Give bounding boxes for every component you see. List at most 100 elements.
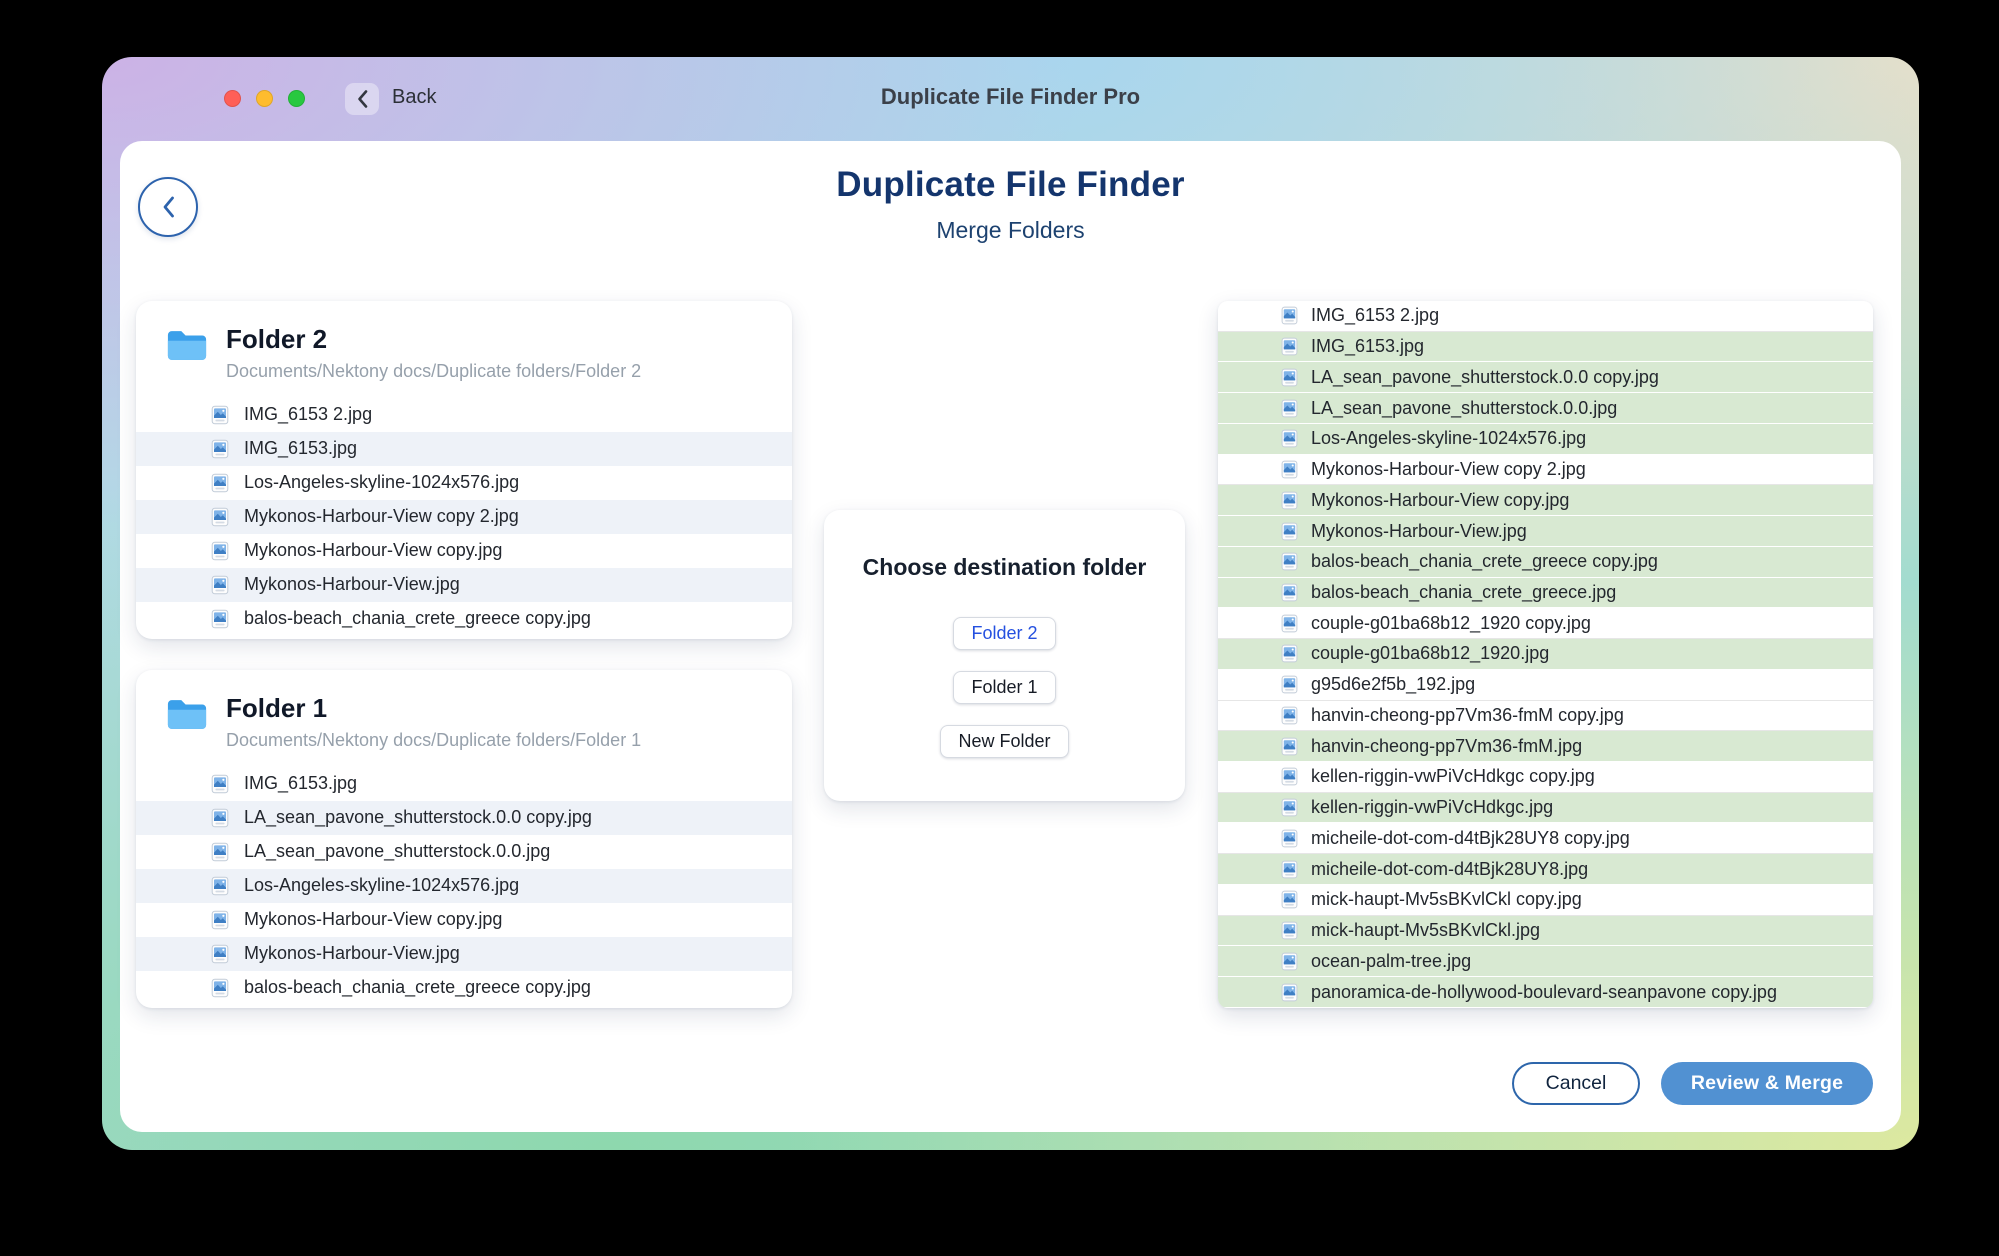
file-row[interactable]: IMG_6153.jpg <box>136 432 792 466</box>
file-name: Mykonos-Harbour-View copy.jpg <box>244 540 502 561</box>
jpeg-file-icon <box>1280 368 1299 387</box>
file-name: g95d6e2f5b_192.jpg <box>1311 674 1475 695</box>
file-row[interactable]: ocean-palm-tree.jpg <box>1218 946 1873 977</box>
jpeg-file-icon <box>210 575 230 595</box>
jpeg-file-icon <box>1280 921 1299 940</box>
jpeg-file-icon <box>210 978 230 998</box>
file-row[interactable]: g95d6e2f5b_192.jpg <box>1218 670 1873 701</box>
jpeg-file-icon <box>1280 952 1299 971</box>
file-name: kellen-riggin-vwPiVcHdkgc copy.jpg <box>1311 766 1595 787</box>
file-row[interactable]: Los-Angeles-skyline-1024x576.jpg <box>136 869 792 903</box>
file-row[interactable]: balos-beach_chania_crete_greece copy.jpg <box>136 602 792 636</box>
file-name: IMG_6153.jpg <box>1311 336 1424 357</box>
jpeg-file-icon <box>1280 890 1299 909</box>
destination-title: Choose destination folder <box>863 554 1147 581</box>
file-name: mick-haupt-Mv5sBKvlCkl.jpg <box>1311 920 1540 941</box>
file-row[interactable]: Mykonos-Harbour-View.jpg <box>136 937 792 971</box>
folder-path: Documents/Nektony docs/Duplicate folders… <box>226 361 641 382</box>
file-row[interactable]: hanvin-cheong-pp7Vm36-fmM.jpg <box>1218 731 1873 762</box>
file-row[interactable]: Los-Angeles-skyline-1024x576.jpg <box>136 466 792 500</box>
folder-card-header: Folder 2 Documents/Nektony docs/Duplicat… <box>136 301 792 382</box>
file-row[interactable]: LA_sean_pavone_shutterstock.0.0.jpg <box>136 835 792 869</box>
destination-option-new-folder[interactable]: New Folder <box>940 725 1068 758</box>
jpeg-file-icon <box>210 541 230 561</box>
jpeg-file-icon <box>1280 306 1299 325</box>
file-row[interactable]: Mykonos-Harbour-View.jpg <box>136 568 792 602</box>
file-name: Mykonos-Harbour-View.jpg <box>1311 521 1527 542</box>
file-name: LA_sean_pavone_shutterstock.0.0 copy.jpg <box>1311 367 1659 388</box>
jpeg-file-icon <box>1280 767 1299 786</box>
file-name: Los-Angeles-skyline-1024x576.jpg <box>244 875 519 896</box>
file-name: balos-beach_chania_crete_greece.jpg <box>1311 582 1616 603</box>
file-row[interactable]: Mykonos-Harbour-View copy.jpg <box>1218 485 1873 516</box>
file-name: IMG_6153.jpg <box>244 773 357 794</box>
jpeg-file-icon <box>210 609 230 629</box>
folder-path: Documents/Nektony docs/Duplicate folders… <box>226 730 641 751</box>
file-name: Mykonos-Harbour-View copy.jpg <box>1311 490 1569 511</box>
file-name: panoramica-de-hollywood-boulevard-seanpa… <box>1311 982 1777 1003</box>
jpeg-file-icon <box>1280 399 1299 418</box>
file-row[interactable]: IMG_6153.jpg <box>1218 332 1873 363</box>
jpeg-file-icon <box>1280 644 1299 663</box>
file-row[interactable]: kellen-riggin-vwPiVcHdkgc.jpg <box>1218 793 1873 824</box>
jpeg-file-icon <box>210 876 230 896</box>
file-name: hanvin-cheong-pp7Vm36-fmM.jpg <box>1311 736 1582 757</box>
jpeg-file-icon <box>210 473 230 493</box>
jpeg-file-icon <box>210 405 230 425</box>
file-name: Mykonos-Harbour-View.jpg <box>244 574 460 595</box>
jpeg-file-icon <box>1280 706 1299 725</box>
file-row[interactable]: Mykonos-Harbour-View copy.jpg <box>136 903 792 937</box>
file-row[interactable]: balos-beach_chania_crete_greece copy.jpg <box>1218 547 1873 578</box>
jpeg-file-icon <box>210 774 230 794</box>
jpeg-file-icon <box>210 842 230 862</box>
file-row[interactable]: couple-g01ba68b12_1920.jpg <box>1218 639 1873 670</box>
file-row[interactable]: micheile-dot-com-d4tBjk28UY8.jpg <box>1218 854 1873 885</box>
jpeg-file-icon <box>1280 737 1299 756</box>
file-row[interactable]: panoramica-de-hollywood-boulevard-seanpa… <box>1218 977 1873 1008</box>
jpeg-file-icon <box>210 439 230 459</box>
jpeg-file-icon <box>1280 675 1299 694</box>
file-row[interactable]: LA_sean_pavone_shutterstock.0.0 copy.jpg <box>1218 362 1873 393</box>
file-row[interactable]: IMG_6153 2.jpg <box>136 398 792 432</box>
review-merge-button[interactable]: Review & Merge <box>1661 1062 1873 1105</box>
file-row[interactable]: LA_sean_pavone_shutterstock.0.0.jpg <box>1218 393 1873 424</box>
file-name: LA_sean_pavone_shutterstock.0.0.jpg <box>244 841 550 862</box>
file-name: Mykonos-Harbour-View copy 2.jpg <box>1311 459 1586 480</box>
file-row[interactable]: LA_sean_pavone_shutterstock.0.0 copy.jpg <box>136 801 792 835</box>
file-name: ocean-palm-tree.jpg <box>1311 951 1471 972</box>
file-row[interactable]: Mykonos-Harbour-View.jpg <box>1218 516 1873 547</box>
jpeg-file-icon <box>1280 522 1299 541</box>
cancel-button[interactable]: Cancel <box>1512 1062 1640 1105</box>
file-row[interactable]: Mykonos-Harbour-View copy 2.jpg <box>136 500 792 534</box>
app-window: Back Duplicate File Finder Pro Duplicate… <box>102 57 1919 1150</box>
file-row[interactable]: Los-Angeles-skyline-1024x576.jpg <box>1218 424 1873 455</box>
file-name: balos-beach_chania_crete_greece copy.jpg <box>1311 551 1658 572</box>
file-row[interactable]: hanvin-cheong-pp7Vm36-fmM copy.jpg <box>1218 701 1873 732</box>
file-row[interactable]: balos-beach_chania_crete_greece.jpg <box>1218 578 1873 609</box>
file-name: IMG_6153 2.jpg <box>1311 305 1439 326</box>
folder-name: Folder 2 <box>226 325 641 354</box>
folder-name: Folder 1 <box>226 694 641 723</box>
file-row[interactable]: Mykonos-Harbour-View copy.jpg <box>136 534 792 568</box>
destination-option-folder-1[interactable]: Folder 1 <box>953 671 1055 704</box>
jpeg-file-icon <box>1280 552 1299 571</box>
jpeg-file-icon <box>1280 429 1299 448</box>
file-row[interactable]: Mykonos-Harbour-View copy 2.jpg <box>1218 455 1873 486</box>
destination-option-folder-2[interactable]: Folder 2 <box>953 617 1055 650</box>
file-name: mick-haupt-Mv5sBKvlCkl copy.jpg <box>1311 889 1582 910</box>
file-name: hanvin-cheong-pp7Vm36-fmM copy.jpg <box>1311 705 1624 726</box>
file-name: Mykonos-Harbour-View.jpg <box>244 943 460 964</box>
jpeg-file-icon <box>1280 583 1299 602</box>
file-row[interactable]: balos-beach_chania_crete_greece copy.jpg <box>136 971 792 1005</box>
file-row[interactable]: mick-haupt-Mv5sBKvlCkl.jpg <box>1218 916 1873 947</box>
file-row[interactable]: kellen-riggin-vwPiVcHdkgc copy.jpg <box>1218 762 1873 793</box>
jpeg-file-icon <box>210 808 230 828</box>
file-row[interactable]: IMG_6153 2.jpg <box>1218 301 1873 332</box>
file-row[interactable]: micheile-dot-com-d4tBjk28UY8 copy.jpg <box>1218 823 1873 854</box>
file-row[interactable]: couple-g01ba68b12_1920 copy.jpg <box>1218 608 1873 639</box>
file-row[interactable]: IMG_6153.jpg <box>136 767 792 801</box>
jpeg-file-icon <box>210 910 230 930</box>
file-row[interactable]: mick-haupt-Mv5sBKvlCkl copy.jpg <box>1218 885 1873 916</box>
file-name: IMG_6153.jpg <box>244 438 357 459</box>
jpeg-file-icon <box>1280 337 1299 356</box>
